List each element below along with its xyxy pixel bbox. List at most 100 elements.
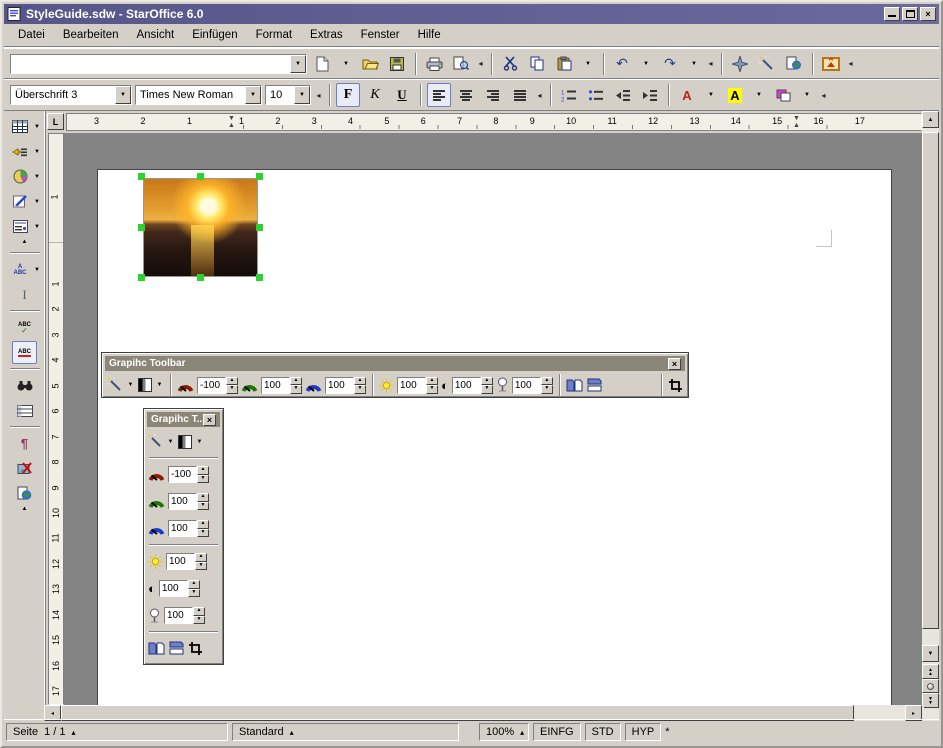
tab-type-selector[interactable]: L	[47, 113, 64, 130]
vertical-scrollbar[interactable]: ▲ ▼ ▲▲ ▼▼	[922, 111, 939, 721]
scroll-down-button[interactable]: ▼	[922, 645, 939, 662]
new-document-dropdown[interactable]: ▼	[337, 52, 355, 76]
align-justify-button[interactable]	[508, 83, 532, 107]
bold-button[interactable]: F	[336, 83, 360, 107]
menu-hilfe[interactable]: Hilfe	[410, 27, 449, 43]
spin-up-icon[interactable]: ▲	[195, 553, 207, 562]
background-color-dropdown[interactable]: ▼	[798, 83, 816, 107]
selection-handle-nw[interactable]	[138, 173, 145, 180]
numbered-list-button[interactable]: 12	[557, 83, 581, 107]
spin-down-icon[interactable]: ▼	[197, 529, 209, 538]
undo-button[interactable]: ↶	[610, 52, 634, 76]
chevron-down-icon[interactable]: ▼	[155, 382, 164, 388]
data-sources-button[interactable]	[12, 399, 37, 422]
filter-wand-icon[interactable]	[148, 434, 163, 449]
toolbar-overflow-icon[interactable]: ◂	[535, 91, 544, 100]
hyperlink-button[interactable]	[782, 52, 806, 76]
crop-icon[interactable]	[668, 378, 683, 393]
page-style-field[interactable]: Standard ▴	[232, 723, 459, 741]
highlight-dropdown[interactable]: ▼	[750, 83, 768, 107]
print-button[interactable]	[422, 52, 446, 76]
font-color-button[interactable]: A	[675, 83, 699, 107]
spin-down-icon[interactable]: ▼	[226, 385, 238, 394]
vertical-ruler-face[interactable]: 1 1234567891011121314151617	[48, 133, 64, 705]
chevron-down-icon[interactable]: ▼	[33, 199, 42, 205]
insert-object-button[interactable]	[8, 165, 33, 188]
insert-mode-field[interactable]: EINFG	[533, 723, 581, 741]
url-combobox[interactable]: ▼	[10, 54, 307, 74]
indent-marker-bottom-icon[interactable]: ▲	[793, 122, 800, 129]
chevron-down-icon[interactable]: ▼	[166, 439, 175, 445]
chevron-down-icon[interactable]: ▼	[33, 224, 42, 230]
flip-vertical-icon[interactable]	[168, 641, 185, 656]
red-spinbox[interactable]: -100 ▲▼	[197, 377, 238, 394]
font-size-value[interactable]: 10	[266, 86, 294, 104]
indent-marker-top-icon[interactable]: ▼	[793, 115, 800, 122]
graphics-mode-icon[interactable]	[178, 435, 192, 449]
spellcheck-button[interactable]: ABC ✓	[12, 316, 37, 339]
spin-up-icon[interactable]: ▲	[197, 466, 209, 475]
selection-handle-s[interactable]	[197, 274, 204, 281]
indent-marker-top-icon[interactable]: ▼	[228, 115, 235, 122]
flip-horizontal-icon[interactable]	[566, 378, 583, 393]
increase-indent-button[interactable]	[638, 83, 662, 107]
underline-button[interactable]: U	[390, 83, 414, 107]
toolbar-overflow-icon[interactable]: ◂	[819, 91, 828, 100]
graphics-mode-icon[interactable]	[138, 378, 152, 392]
spin-down-icon[interactable]: ▼	[426, 385, 438, 394]
brightness-spinbox[interactable]: 100 ▲▼	[166, 553, 207, 570]
insert-fields-button[interactable]	[8, 140, 33, 163]
green-value[interactable]: 100	[261, 377, 290, 394]
close-button[interactable]: ×	[668, 358, 681, 370]
chevron-down-icon[interactable]: ▼	[33, 267, 42, 273]
green-value[interactable]: 100	[168, 493, 197, 510]
spin-up-icon[interactable]: ▲	[290, 377, 302, 386]
stylist-button[interactable]	[755, 52, 779, 76]
toolbar-overflow-icon[interactable]: ◂	[846, 59, 855, 68]
direct-cursor-button[interactable]: I	[12, 283, 37, 306]
vertical-scroll-thumb[interactable]	[922, 132, 939, 629]
menu-datei[interactable]: Datei	[10, 27, 53, 43]
flip-horizontal-icon[interactable]	[148, 641, 165, 656]
new-document-button[interactable]	[310, 52, 334, 76]
red-value[interactable]: -100	[168, 466, 197, 483]
redo-button[interactable]: ↷	[658, 52, 682, 76]
scroll-up-button[interactable]: ▲	[922, 111, 939, 128]
menu-bearbeiten[interactable]: Bearbeiten	[55, 27, 127, 43]
menu-format[interactable]: Format	[248, 27, 300, 43]
hyperlink-mode-field[interactable]: HYP	[625, 723, 662, 741]
font-size-combobox[interactable]: 10 ▼	[265, 85, 311, 105]
draw-functions-button[interactable]	[8, 190, 33, 213]
selection-handle-e[interactable]	[256, 224, 263, 231]
autospellcheck-button[interactable]: ABC	[12, 341, 37, 364]
page-preview-button[interactable]	[449, 52, 473, 76]
blue-value[interactable]: 100	[168, 520, 197, 537]
brightness-value[interactable]: 100	[397, 377, 426, 394]
selection-handle-se[interactable]	[256, 274, 263, 281]
horizontal-ruler[interactable]: 321 1234567891011121314151617 ▼ ▲ ▼ ▲	[66, 111, 922, 133]
gamma-value[interactable]: 100	[164, 607, 193, 624]
autotext-button[interactable]: A ABC	[8, 258, 33, 281]
cut-button[interactable]	[498, 52, 522, 76]
contrast-value[interactable]: 100	[452, 377, 481, 394]
url-input[interactable]	[11, 55, 290, 73]
next-page-button[interactable]: ▼▼	[922, 693, 939, 708]
paste-dropdown[interactable]: ▼	[579, 52, 597, 76]
toolbar-overflow-icon[interactable]: ◂	[314, 91, 323, 100]
toolbar-overflow-icon[interactable]: ◂	[706, 59, 715, 68]
red-value[interactable]: -100	[197, 377, 226, 394]
bullet-list-button[interactable]	[584, 83, 608, 107]
find-button[interactable]	[12, 374, 37, 397]
paste-button[interactable]	[552, 52, 576, 76]
spin-up-icon[interactable]: ▲	[197, 520, 209, 529]
gamma-spinbox[interactable]: 100 ▲▼	[164, 607, 205, 624]
graphic-toolbar-small-window[interactable]: Grapihc T.. × ▼ ▼ -100 ▲▼ 100 ▲▼	[143, 408, 224, 665]
blue-spinbox[interactable]: 100 ▲▼	[325, 377, 366, 394]
gamma-value[interactable]: 100	[512, 377, 541, 394]
close-button[interactable]: ×	[920, 7, 936, 21]
nonprinting-characters-button[interactable]: ¶	[12, 432, 37, 455]
style-dropdown-button[interactable]: ▼	[115, 86, 131, 104]
align-center-button[interactable]	[454, 83, 478, 107]
spin-down-icon[interactable]: ▼	[195, 562, 207, 571]
chevron-down-icon[interactable]: ▼	[33, 124, 42, 130]
